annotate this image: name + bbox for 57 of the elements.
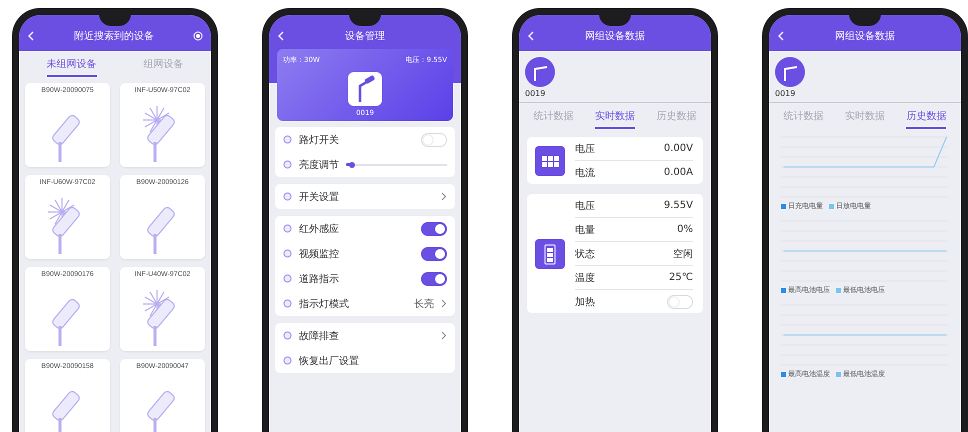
chevron-icon	[441, 192, 447, 201]
toggle-switch[interactable]	[421, 222, 447, 236]
setting-icon	[283, 192, 292, 201]
solar-panel-icon	[535, 146, 565, 176]
refresh-icon[interactable]	[193, 31, 203, 41]
setting-label: 红外感应	[299, 222, 339, 236]
street-lamp-icon	[348, 72, 382, 106]
setting-icon	[283, 224, 292, 233]
data-label: 电量	[575, 224, 595, 236]
data-value: 25℃	[669, 272, 693, 283]
street-lamp-avatar-icon	[525, 57, 555, 87]
data-label: 电流	[575, 166, 595, 180]
data-label: 状态	[575, 248, 595, 260]
back-icon[interactable]	[777, 31, 785, 41]
setting-icon	[283, 249, 292, 258]
setting-icon	[283, 356, 292, 365]
tab[interactable]: 实时数据	[594, 109, 635, 129]
setting-icon	[283, 160, 292, 169]
battery-icon	[535, 238, 565, 268]
back-icon[interactable]	[27, 31, 35, 41]
back-icon[interactable]	[277, 31, 285, 41]
setting-icon	[283, 331, 292, 340]
setting-value: 长亮	[414, 298, 434, 310]
setting-icon	[283, 135, 292, 144]
setting-icon	[283, 299, 292, 308]
data-value: 0.00A	[664, 167, 693, 178]
screen-title: 网组设备数据	[584, 30, 646, 43]
setting-icon	[283, 274, 292, 283]
data-label: 电压	[575, 142, 595, 156]
setting-label: 指示灯模式	[299, 298, 349, 310]
screen-title: 设备管理	[344, 30, 386, 43]
data-value: 空闲	[673, 248, 693, 260]
toggle-switch[interactable]	[421, 246, 447, 260]
chevron-icon	[441, 299, 447, 308]
setting-label: 路灯开关	[299, 134, 339, 146]
tab[interactable]: 未组网设备	[46, 57, 96, 77]
data-label: 温度	[575, 272, 595, 284]
data-value: 9.55V	[664, 200, 693, 211]
screen-title: 网组设备数据	[834, 30, 896, 43]
data-label: 电压	[575, 200, 595, 212]
device-id: 0019	[525, 89, 546, 98]
setting-label: 道路指示	[299, 272, 339, 286]
toggle-switch[interactable]	[421, 272, 447, 286]
street-lamp-avatar-icon	[775, 57, 805, 87]
setting-label: 视频监控	[299, 248, 339, 260]
screen-title: 附近搜索到的设备	[73, 30, 155, 43]
device-id: 0019	[775, 89, 796, 98]
data-label: 加热	[575, 296, 595, 308]
setting-label: 恢复出厂设置	[299, 354, 359, 368]
tab[interactable]: 历史数据	[906, 109, 946, 129]
setting-label: 故障排查	[299, 330, 339, 342]
data-value: 0.00V	[664, 143, 693, 154]
setting-label: 开关设置	[299, 190, 339, 204]
chevron-icon	[441, 331, 447, 340]
back-icon[interactable]	[527, 31, 535, 41]
setting-label: 亮度调节	[299, 158, 339, 172]
data-value: 0%	[677, 224, 693, 235]
